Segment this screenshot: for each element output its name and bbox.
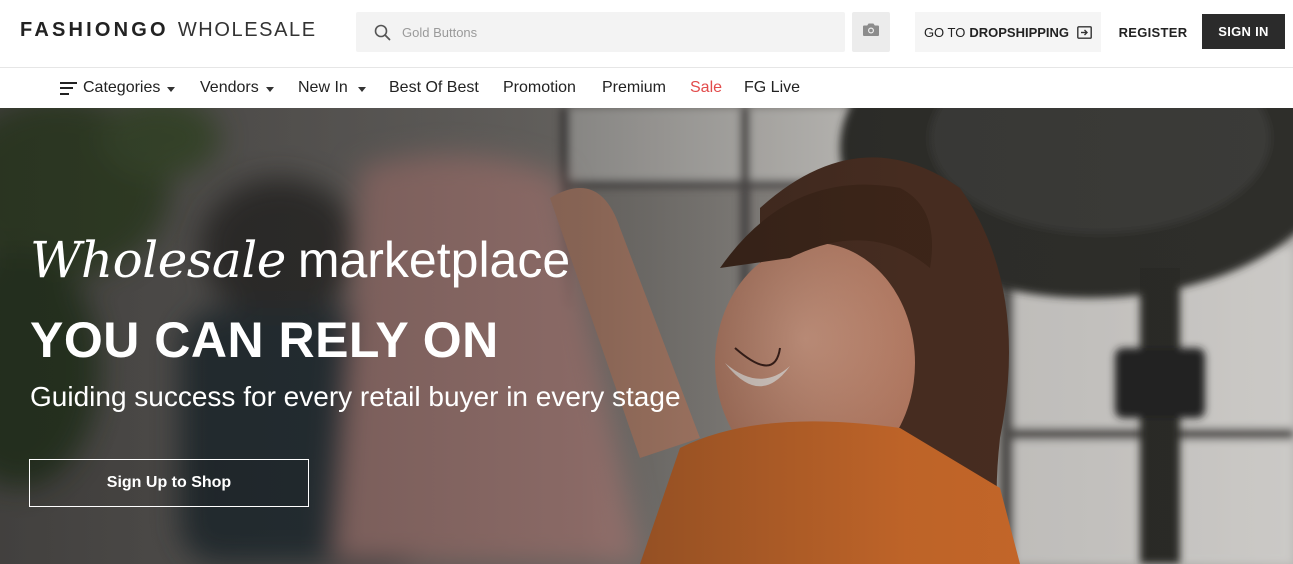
top-header: FASHIONGO WHOLESALE GO TO DROPSHIPPING [0,0,1293,68]
search-icon[interactable] [372,22,392,42]
hero-banner: Wholesale marketplace YOU CAN RELY ON Gu… [0,108,1293,564]
nav-item-categories[interactable]: Categories [60,68,176,108]
register-link[interactable]: REGISTER [1110,14,1196,50]
sign-up-to-shop-button[interactable]: Sign Up to Shop [29,459,309,507]
nav-label-categories: Categories [83,79,161,96]
dropshipping-label: DROPSHIPPING [969,24,1070,40]
go-to-dropshipping-button[interactable]: GO TO DROPSHIPPING [915,12,1101,52]
nav-item-vendors[interactable]: Vendors [200,68,274,108]
logo-brand: FASHIONGO [20,19,169,41]
nav-item-best-of-best[interactable]: Best Of Best [389,68,479,108]
hero-title: Wholesale marketplace [30,231,570,289]
logo[interactable]: FASHIONGO WHOLESALE [20,19,317,45]
nav-item-new-in[interactable]: New In [298,68,366,108]
nav-item-promotion[interactable]: Promotion [503,68,576,108]
chevron-down-icon [167,86,176,92]
nav-label-vendors: Vendors [200,79,259,96]
hero-title-script: Wholesale [30,231,286,289]
hero-subhead: Guiding success for every retail buyer i… [30,381,681,412]
search-input[interactable] [402,13,822,51]
external-link-icon [1077,25,1092,39]
camera-search-button[interactable] [852,12,890,52]
menu-icon [60,81,77,95]
hero-headline: YOU CAN RELY ON [30,312,499,368]
sign-in-button[interactable]: SIGN IN [1202,14,1285,49]
hero-title-rest: marketplace [297,232,571,288]
nav-item-sale[interactable]: Sale [690,68,722,108]
nav-item-fg-live[interactable]: FG Live [744,68,800,108]
search-bar [356,12,845,52]
main-nav: Categories Vendors New In Best Of Best P… [0,68,1293,108]
logo-sub: WHOLESALE [177,19,317,41]
dropshipping-prefix: GO TO [923,24,966,40]
camera-icon [862,22,880,42]
nav-label-new-in: New In [298,79,348,96]
chevron-down-icon [357,86,366,92]
nav-item-premium[interactable]: Premium [602,68,666,108]
chevron-down-icon [265,86,274,92]
